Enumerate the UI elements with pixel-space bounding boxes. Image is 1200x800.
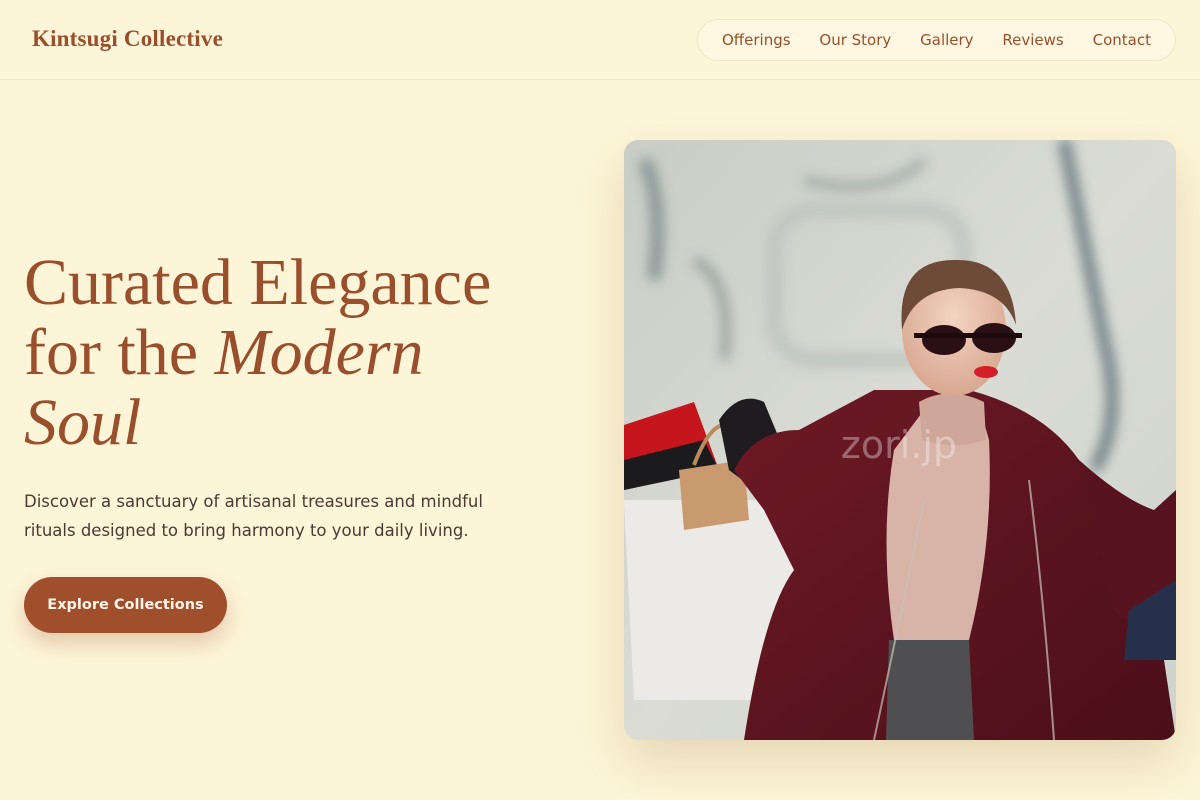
brand-logo[interactable]: Kintsugi Collective bbox=[32, 26, 223, 52]
hero-title-emphasis: Modern bbox=[214, 316, 424, 389]
nav-item-reviews[interactable]: Reviews bbox=[1002, 31, 1063, 49]
hero-title-line2: for the bbox=[24, 316, 215, 389]
hero-image: zori.jp bbox=[624, 140, 1176, 740]
nav-item-contact[interactable]: Contact bbox=[1093, 31, 1151, 49]
watermark-text: zori.jp bbox=[841, 423, 957, 467]
main-nav: Offerings Our Story Gallery Reviews Cont… bbox=[697, 19, 1176, 61]
site-header: Kintsugi Collective Offerings Our Story … bbox=[0, 0, 1200, 80]
explore-collections-button[interactable]: Explore Collections bbox=[24, 577, 227, 633]
hero-description: Discover a sanctuary of artisanal treasu… bbox=[24, 492, 483, 540]
nav-item-gallery[interactable]: Gallery bbox=[920, 31, 973, 49]
nav-item-our-story[interactable]: Our Story bbox=[819, 31, 891, 49]
nav-item-offerings[interactable]: Offerings bbox=[722, 31, 791, 49]
hero-title: Curated Elegance for the Modern Soul bbox=[24, 248, 584, 458]
hero-title-line3: Soul bbox=[24, 386, 142, 459]
hero-title-line1: Curated Elegance bbox=[24, 246, 492, 319]
